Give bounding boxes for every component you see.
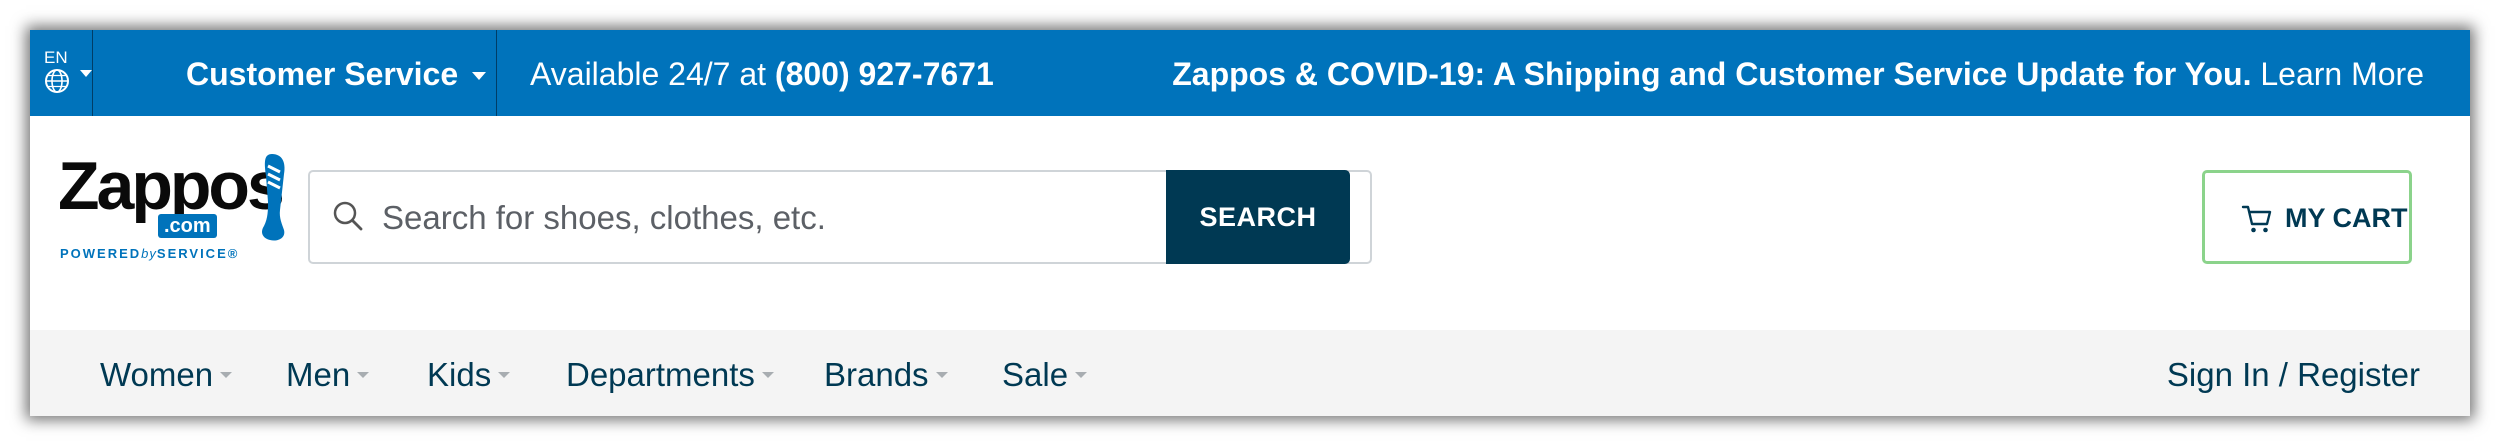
globe-icon [45,69,69,93]
chevron-down-icon [220,372,233,379]
customer-service-menu[interactable]: Customer Service [92,30,497,116]
my-cart-button[interactable]: MY CART [2202,170,2412,264]
app-frame: EN Customer Service Available 24/7 at (8… [30,30,2470,416]
phone-number[interactable]: (800) 927-7671 [775,56,994,92]
chevron-down-icon [935,372,948,379]
covid-message: Zappos & COVID-19: A Shipping and Custom… [1172,56,2252,92]
nav-item-women[interactable]: Women [100,356,233,394]
search-button[interactable]: SEARCH [1166,170,1350,264]
availability-prefix: Available 24/7 at [530,56,767,92]
chevron-down-icon [472,72,486,80]
chevron-down-icon [498,372,511,379]
availability-text: Available 24/7 at (800) 927-7671 [530,56,994,93]
nav-item-brands[interactable]: Brands [824,356,948,394]
language-selector[interactable]: EN [30,30,93,116]
logo-com-badge: .com [158,214,217,238]
covid-banner: Zappos & COVID-19: A Shipping and Custom… [1172,56,2424,93]
chevron-down-icon [357,372,370,379]
zappos-logo[interactable]: Zappos .com POWEREDbySERVICE® [58,152,288,272]
learn-more-link[interactable]: Learn More [2260,56,2424,92]
cart-label: MY CART [2285,203,2408,233]
customer-service-label: Customer Service [186,56,459,92]
sign-in-register-link[interactable]: Sign In / Register [2167,356,2420,394]
nav-item-men[interactable]: Men [286,356,370,394]
chevron-down-icon [761,372,774,379]
nav-item-kids[interactable]: Kids [427,356,511,394]
nav-item-departments[interactable]: Departments [566,356,774,394]
nav-item-sale[interactable]: Sale [1002,356,1088,394]
language-code: EN [44,48,68,67]
search-input[interactable] [380,172,1164,264]
chevron-down-icon [1075,372,1088,379]
logo-wordmark: Zappos [58,148,285,224]
top-bar: EN Customer Service Available 24/7 at (8… [30,30,2470,116]
cart-icon [2241,205,2272,233]
logo-tagline: POWEREDbySERVICE® [60,246,240,261]
shoe-icon [262,154,285,241]
category-nav: Women Men Kids Departments Brands Sale S… [30,330,2470,416]
search-icon [333,201,363,231]
chevron-down-icon [80,70,92,77]
main-header: Zappos .com POWEREDbySERVICE® SEARCH MY … [30,116,2470,330]
